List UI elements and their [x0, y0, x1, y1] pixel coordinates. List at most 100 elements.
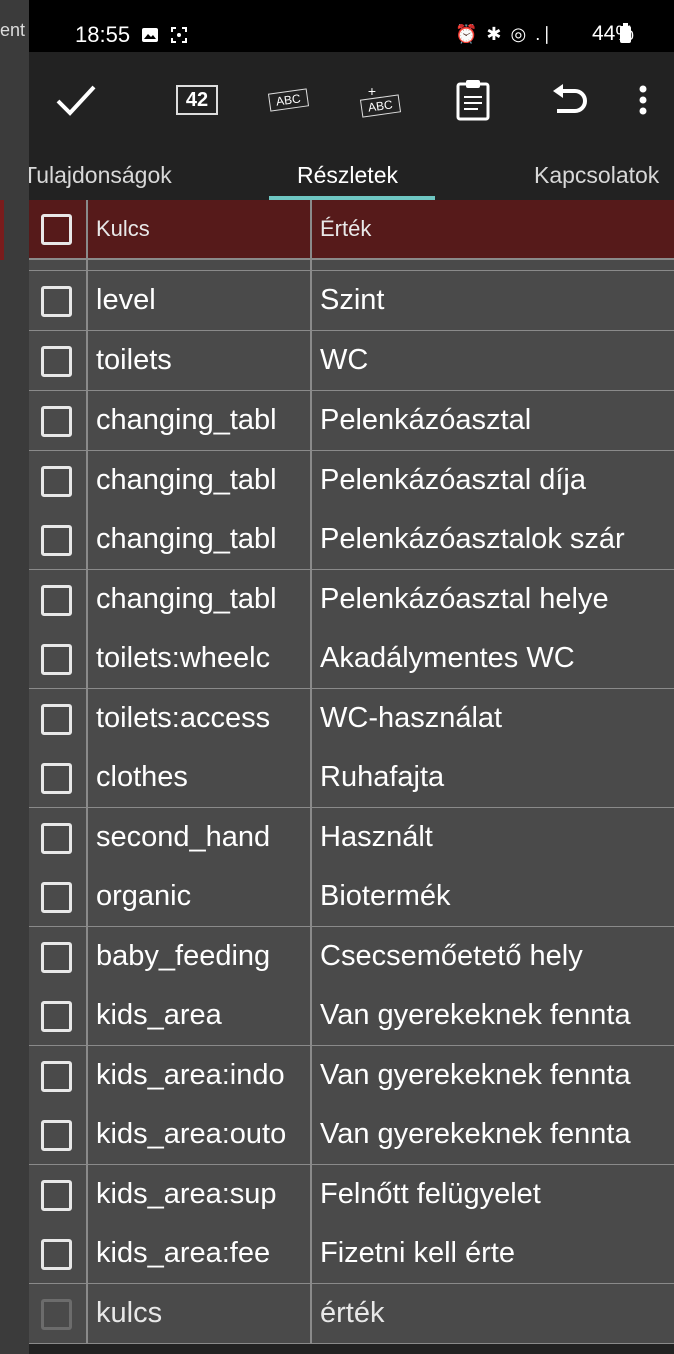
row-value[interactable]: Pelenkázóasztal	[320, 404, 531, 437]
row-key[interactable]: changing_tabl	[96, 523, 277, 556]
table-row[interactable]: kids_area Van gyerekeknek fennta	[29, 986, 674, 1047]
table-row[interactable]: kids_area:indo Van gyerekeknek fennta	[29, 1046, 674, 1107]
row-key[interactable]: clothes	[96, 761, 188, 794]
row-value[interactable]: Biotermék	[320, 880, 451, 913]
abc-button[interactable]: ABC	[261, 76, 315, 124]
bottom-edge	[29, 1344, 674, 1354]
row-checkbox[interactable]	[41, 763, 72, 794]
new-row-checkbox	[41, 1299, 72, 1330]
table-row[interactable]: baby_feeding Csecsemőetető hely	[29, 927, 674, 988]
row-value[interactable]: WC	[320, 344, 368, 377]
table-row[interactable]: kids_area:fee Fizetni kell érte	[29, 1224, 674, 1285]
table-header: Kulcs Érték	[29, 200, 674, 260]
toolbar: 42 ABC + ABC	[29, 52, 674, 152]
row-checkbox[interactable]	[41, 346, 72, 377]
row-value[interactable]: Csecsemőetető hely	[320, 940, 583, 973]
row-value[interactable]: Szint	[320, 284, 384, 317]
add-abc-button[interactable]: + ABC	[353, 76, 407, 124]
tab-details[interactable]: Részletek	[297, 162, 398, 189]
row-value[interactable]: Van gyerekeknek fennta	[320, 1059, 631, 1092]
more-vertical-icon	[639, 85, 647, 115]
image-icon	[142, 28, 158, 43]
row-value[interactable]: Fizetni kell érte	[320, 1237, 515, 1270]
paste-button[interactable]	[453, 76, 493, 124]
row-checkbox[interactable]	[41, 942, 72, 973]
row-checkbox[interactable]	[41, 704, 72, 735]
number-label: 42	[175, 85, 219, 115]
row-key[interactable]: changing_tabl	[96, 583, 277, 616]
row-key[interactable]: toilets:wheelc	[96, 642, 270, 675]
new-tag-row[interactable]: kulcs érték	[29, 1284, 674, 1345]
row-checkbox[interactable]	[41, 1061, 72, 1092]
table-row[interactable]: changing_tabl Pelenkázóasztalok szár	[29, 510, 674, 571]
row-key[interactable]: kids_area:indo	[96, 1059, 285, 1092]
row-key[interactable]: changing_tabl	[96, 404, 277, 437]
row-value[interactable]: Pelenkázóasztal helye	[320, 583, 609, 616]
row-key[interactable]: second_hand	[96, 821, 270, 854]
table-row[interactable]: changing_tabl Pelenkázóasztal	[29, 391, 674, 452]
table-row[interactable]: second_hand Használt	[29, 808, 674, 869]
row-checkbox[interactable]	[41, 525, 72, 556]
table-row[interactable]: toilets:wheelc Akadálymentes WC	[29, 629, 674, 690]
row-key[interactable]: kids_area:fee	[96, 1237, 270, 1270]
new-value-input[interactable]: érték	[320, 1297, 384, 1330]
table-row[interactable]: organic Biotermék	[29, 867, 674, 928]
row-key[interactable]: kids_area:outo	[96, 1118, 286, 1151]
row-value[interactable]: Felnőtt felügyelet	[320, 1178, 541, 1211]
tab-relations[interactable]: Kapcsolatok	[534, 162, 659, 189]
tab-properties[interactable]: Tulajdonságok	[29, 162, 172, 189]
undo-icon	[553, 84, 587, 113]
undo-button[interactable]	[547, 76, 591, 124]
row-checkbox[interactable]	[41, 1239, 72, 1270]
row-key[interactable]: kids_area	[96, 999, 222, 1032]
row-checkbox[interactable]	[41, 823, 72, 854]
number-button[interactable]: 42	[171, 76, 223, 124]
row-checkbox[interactable]	[41, 1001, 72, 1032]
confirm-button[interactable]	[53, 76, 99, 124]
row-value[interactable]: Pelenkázóasztalok szár	[320, 523, 625, 556]
table-row[interactable]: changing_tabl Pelenkázóasztal helye	[29, 570, 674, 631]
row-key[interactable]: kids_area:sup	[96, 1178, 277, 1211]
screenshot-icon	[171, 27, 188, 44]
row-value[interactable]: Akadálymentes WC	[320, 642, 575, 675]
table-row[interactable]: toilets WC	[29, 331, 674, 392]
abc-label: ABC	[267, 88, 309, 112]
table-row[interactable]: kids_area:sup Felnőtt felügyelet	[29, 1165, 674, 1226]
row-key[interactable]: toilets:access	[96, 702, 270, 735]
check-icon	[56, 85, 96, 116]
more-options-button[interactable]	[629, 76, 657, 124]
row-checkbox[interactable]	[41, 466, 72, 497]
table-row[interactable]: changing_tabl Pelenkázóasztal díja	[29, 451, 674, 512]
row-value[interactable]: Használt	[320, 821, 433, 854]
status-system-icons: ⏰ ✱ ◎ .∣	[455, 24, 554, 44]
table-row[interactable]: clothes Ruhafajta	[29, 748, 674, 809]
row-key[interactable]: changing_tabl	[96, 464, 277, 497]
clipboard-icon	[456, 80, 490, 121]
table-row[interactable]: toilets:access WC-használat	[29, 689, 674, 750]
row-key[interactable]: toilets	[96, 344, 172, 377]
row-key[interactable]: organic	[96, 880, 191, 913]
row-checkbox[interactable]	[41, 1180, 72, 1211]
add-plus-label: +	[367, 83, 377, 99]
header-value: Érték	[320, 216, 372, 241]
background-window-accent	[0, 200, 4, 260]
row-checkbox[interactable]	[41, 585, 72, 616]
row-value[interactable]: Van gyerekeknek fennta	[320, 999, 631, 1032]
row-key[interactable]: level	[96, 284, 156, 317]
row-checkbox[interactable]	[41, 286, 72, 317]
table-row[interactable]: level Szint	[29, 271, 674, 332]
row-value[interactable]: Pelenkázóasztal díja	[320, 464, 586, 497]
row-checkbox[interactable]	[41, 882, 72, 913]
new-key-input[interactable]: kulcs	[96, 1297, 162, 1330]
app-window: 18:55 ⏰ ✱ ◎ .∣ 44% 42 ABC + ABC Tulajdon…	[29, 0, 674, 1354]
row-checkbox[interactable]	[41, 644, 72, 675]
background-window-text: ent	[0, 20, 26, 40]
row-value[interactable]: WC-használat	[320, 702, 502, 735]
row-value[interactable]: Van gyerekeknek fennta	[320, 1118, 631, 1151]
row-checkbox[interactable]	[41, 1120, 72, 1151]
table-row[interactable]: kids_area:outo Van gyerekeknek fennta	[29, 1105, 674, 1166]
row-checkbox[interactable]	[41, 406, 72, 437]
row-value[interactable]: Ruhafajta	[320, 761, 444, 794]
row-key[interactable]: baby_feeding	[96, 940, 270, 973]
select-all-checkbox[interactable]	[41, 214, 72, 245]
